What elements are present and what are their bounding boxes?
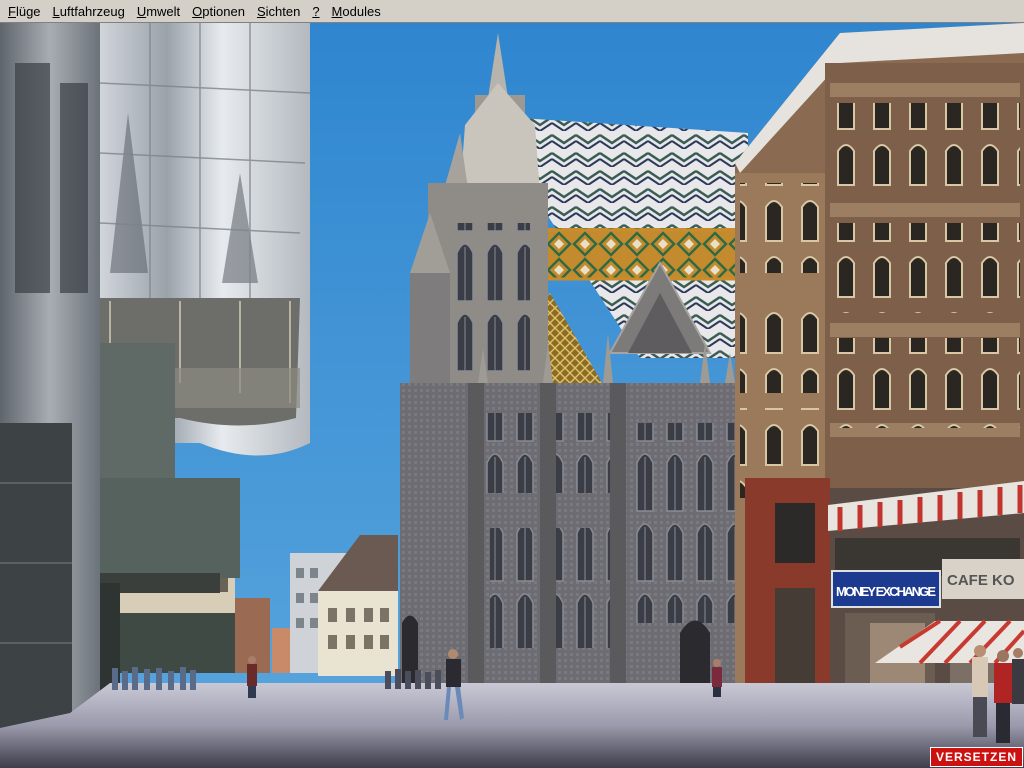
cafe-sign-text: CAFE KO [947, 572, 1015, 589]
menu-modules[interactable]: Modules [326, 2, 387, 21]
menu-fluege[interactable]: Flüge [2, 2, 47, 21]
menu-help[interactable]: ? [306, 2, 325, 21]
money-exchange-text: MONEY EXCHANGE [836, 584, 936, 599]
menu-optionen[interactable]: Optionen [186, 2, 251, 21]
plaza-ground [0, 683, 1024, 768]
menu-luftfahrzeug[interactable]: Luftfahrzeug [47, 2, 131, 21]
flight-sim-window: Flüge Luftfahrzeug Umwelt Optionen Sicht… [0, 0, 1024, 768]
menu-bar: Flüge Luftfahrzeug Umwelt Optionen Sicht… [0, 0, 1024, 23]
city-scene: MONEY EXCHANGE CAFE KO [0, 23, 1024, 768]
versetzen-badge[interactable]: VERSETZEN [929, 747, 1023, 767]
3d-scene-viewport[interactable]: MONEY EXCHANGE CAFE KO VERSETZEN [0, 23, 1024, 768]
menu-umwelt[interactable]: Umwelt [131, 2, 186, 21]
menu-sichten[interactable]: Sichten [251, 2, 306, 21]
